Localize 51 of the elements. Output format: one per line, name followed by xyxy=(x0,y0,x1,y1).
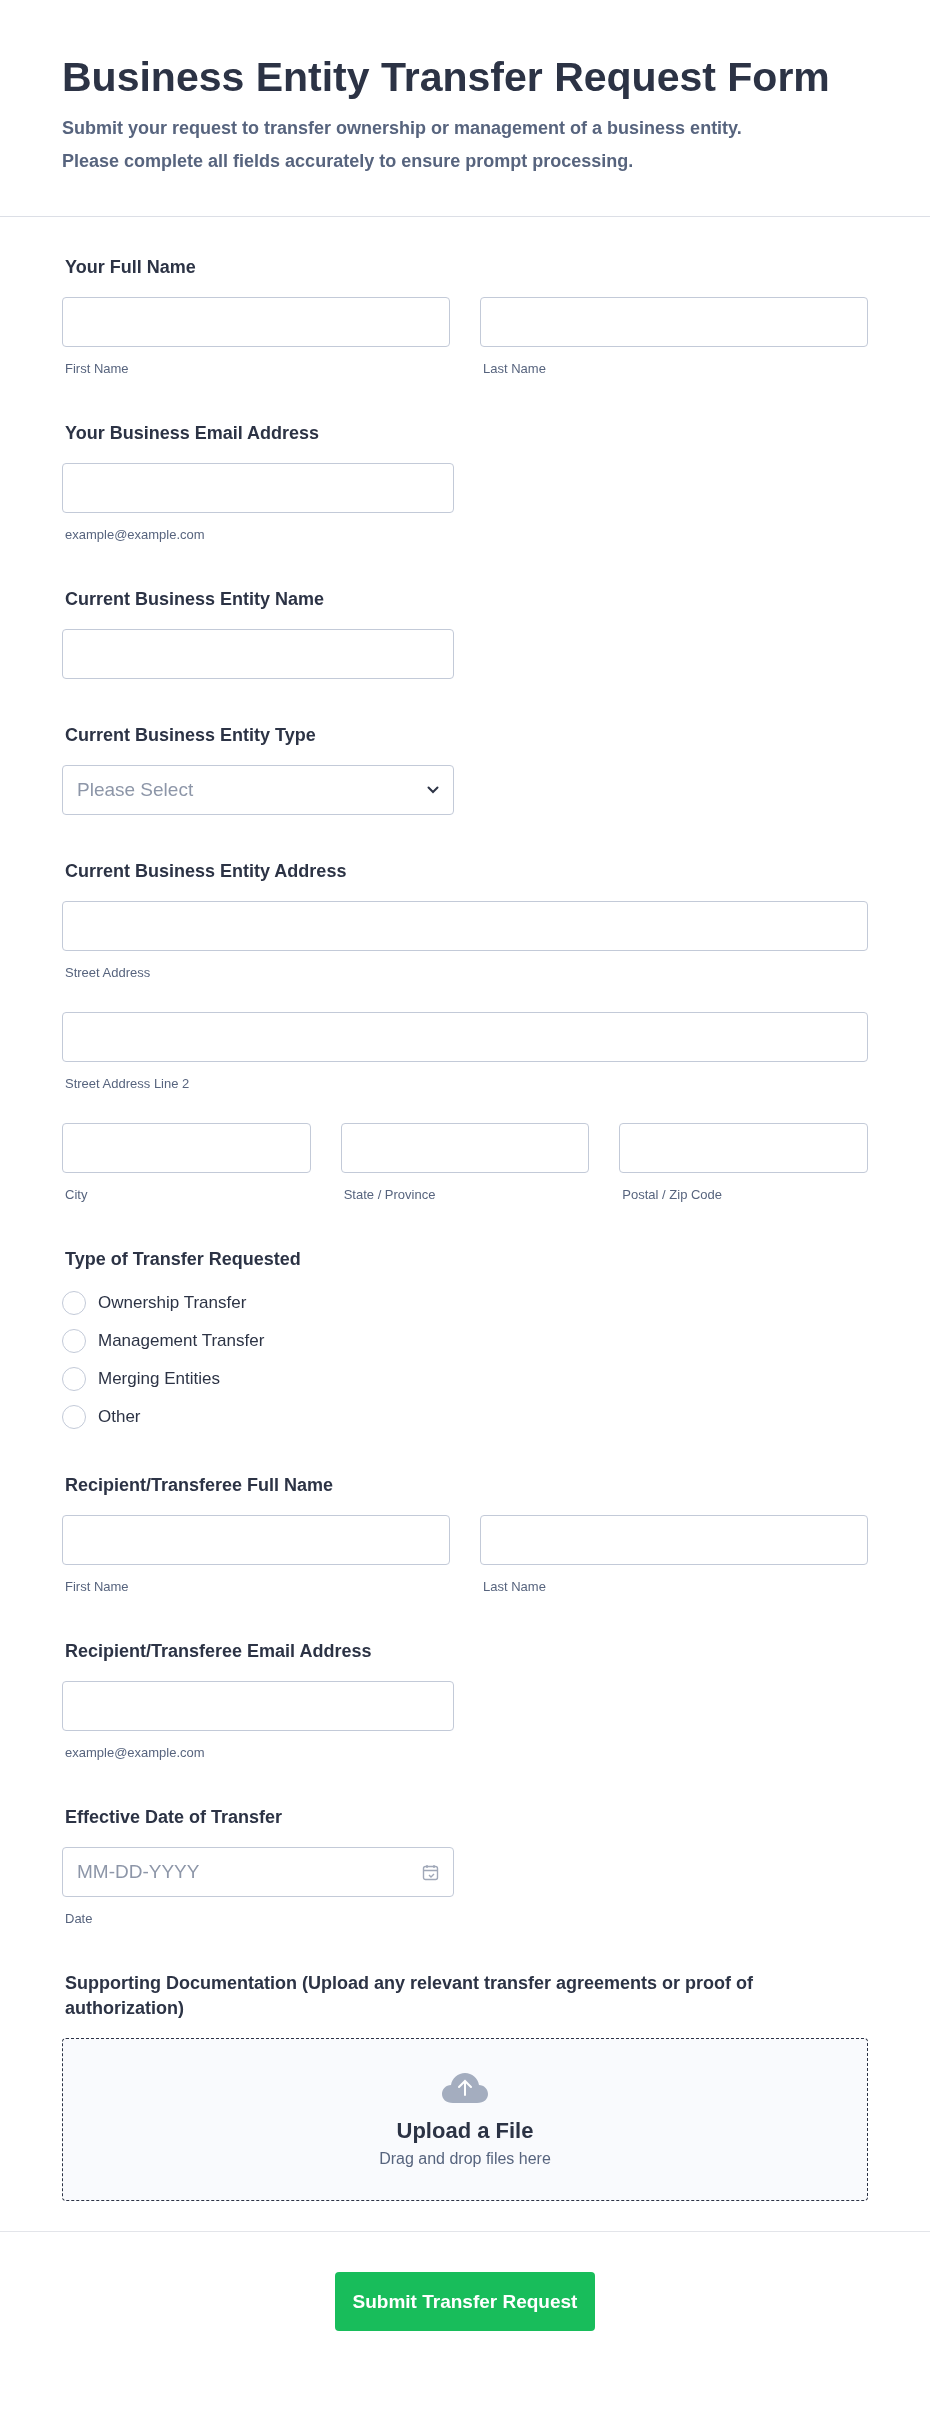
form-description: Submit your request to transfer ownership or management of a business entity. xyxy=(62,117,743,140)
field-sublabel: example@example.com xyxy=(64,1745,206,1761)
field-label: Current Business Entity Name xyxy=(64,588,326,611)
upload-title: Upload a File xyxy=(396,2117,534,2144)
field-sublabel: City xyxy=(64,1187,89,1203)
field-label: Your Business Email Address xyxy=(64,422,321,445)
field-sublabel: Postal / Zip Code xyxy=(621,1187,724,1203)
field-sublabel: Street Address xyxy=(64,965,152,981)
chevron-down-icon xyxy=(427,786,439,794)
field-label: Recipient/Transferee Full Name xyxy=(64,1474,335,1497)
radio-button[interactable] xyxy=(62,1291,86,1315)
radio-option-label[interactable]: Merging Entities xyxy=(98,1369,220,1389)
radio-button[interactable] xyxy=(62,1329,86,1353)
text-field[interactable] xyxy=(62,1515,450,1565)
text-field[interactable] xyxy=(62,1681,454,1731)
radio-button[interactable] xyxy=(62,1405,86,1429)
upload-hint: Drag and drop files here xyxy=(379,2149,551,2168)
radio-option-label[interactable]: Other xyxy=(98,1407,141,1427)
field-label: Current Business Entity Type xyxy=(64,724,317,747)
radio-button[interactable] xyxy=(62,1367,86,1391)
file-upload-area[interactable]: Upload a File Drag and drop files here xyxy=(62,2038,868,2201)
cloud-upload-icon xyxy=(441,2071,489,2104)
text-field[interactable] xyxy=(480,1515,868,1565)
field-label: Your Full Name xyxy=(64,256,197,279)
field-sublabel: Last Name xyxy=(482,361,547,377)
form-title: Business Entity Transfer Request Form xyxy=(62,53,831,102)
field-label: Recipient/Transferee Email Address xyxy=(64,1640,373,1663)
text-field[interactable] xyxy=(62,1123,311,1173)
text-field[interactable] xyxy=(480,297,868,347)
calendar-icon xyxy=(422,1863,439,1881)
text-field[interactable] xyxy=(62,1012,868,1062)
form-description: Please complete all fields accurately to ensure prompt processing. xyxy=(62,150,635,173)
field-sublabel: First Name xyxy=(64,361,130,377)
radio-option-label[interactable]: Management Transfer xyxy=(98,1331,265,1351)
text-field[interactable] xyxy=(62,629,454,679)
text-field[interactable] xyxy=(62,463,454,513)
radio-option-label[interactable]: Ownership Transfer xyxy=(98,1293,247,1313)
text-field[interactable] xyxy=(340,1123,590,1173)
field-sublabel: State / Province xyxy=(342,1187,437,1203)
field-label: Current Business Entity Address xyxy=(64,860,348,883)
field-sublabel: Date xyxy=(64,1911,94,1927)
text-field[interactable] xyxy=(619,1123,868,1173)
field-sublabel: Street Address Line 2 xyxy=(64,1076,191,1092)
text-field[interactable] xyxy=(62,297,450,347)
field-sublabel: Last Name xyxy=(482,1579,547,1595)
field-label: Type of Transfer Requested xyxy=(64,1248,302,1271)
field-label: Supporting Documentation (Upload any relevant transfer agreements or proof of authorization) xyxy=(64,1972,755,2020)
field-sublabel: example@example.com xyxy=(64,527,206,543)
field-sublabel: First Name xyxy=(64,1579,130,1595)
text-field[interactable] xyxy=(62,901,868,951)
field-label: Effective Date of Transfer xyxy=(64,1806,284,1829)
